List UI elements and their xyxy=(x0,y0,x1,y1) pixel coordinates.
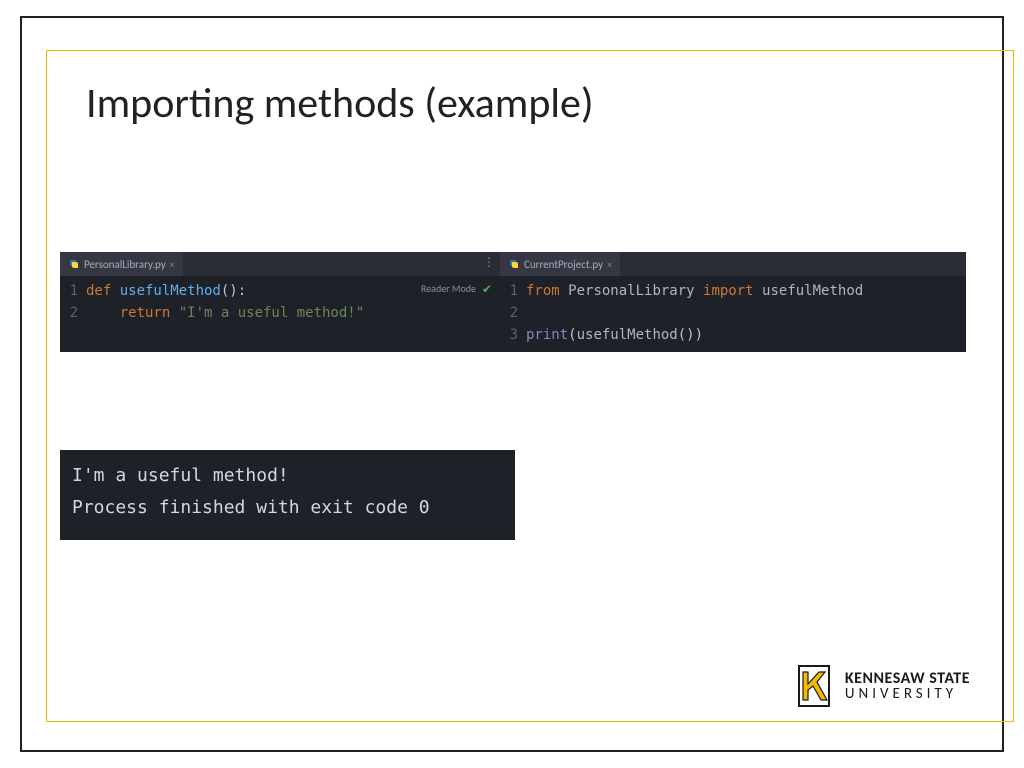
close-icon[interactable]: × xyxy=(607,258,612,271)
python-icon xyxy=(508,258,520,270)
tab-bar-right: CurrentProject.py × xyxy=(500,252,966,276)
check-icon: ✔ xyxy=(482,282,492,297)
line-number: 2 xyxy=(500,302,526,324)
code-text: def usefulMethod(): xyxy=(86,280,246,302)
ksu-logo-mark xyxy=(793,660,835,712)
code-text: from PersonalLibrary import usefulMethod xyxy=(526,280,863,302)
close-icon[interactable]: × xyxy=(170,258,175,271)
code-text: print(usefulMethod()) xyxy=(526,324,703,346)
line-number: 2 xyxy=(60,302,86,324)
code-line: 1 from PersonalLibrary import usefulMeth… xyxy=(500,280,966,302)
code-body-right[interactable]: 1 from PersonalLibrary import usefulMeth… xyxy=(500,276,966,346)
line-number: 1 xyxy=(500,280,526,302)
line-number: 3 xyxy=(500,324,526,346)
file-tab-current-project[interactable]: CurrentProject.py × xyxy=(500,252,620,276)
editor-pane-left: PersonalLibrary.py × ⋮ Reader Mode ✔ 1 d… xyxy=(60,252,500,352)
console-line: I'm a useful method! xyxy=(72,460,503,492)
ksu-name-line2: UNIVERSITY xyxy=(845,687,970,702)
line-number: 1 xyxy=(60,280,86,302)
tab-label: CurrentProject.py xyxy=(524,258,603,271)
file-tab-personal-library[interactable]: PersonalLibrary.py × xyxy=(60,252,183,276)
footer-logo: KENNESAW STATE UNIVERSITY xyxy=(793,660,970,712)
ksu-logo-text: KENNESAW STATE UNIVERSITY xyxy=(845,671,970,702)
tab-bar-left: PersonalLibrary.py × ⋮ xyxy=(60,252,500,276)
editor-pane-right: CurrentProject.py × 1 from PersonalLibra… xyxy=(500,252,966,352)
console-line: Process finished with exit code 0 xyxy=(72,492,503,524)
code-editor-panes: PersonalLibrary.py × ⋮ Reader Mode ✔ 1 d… xyxy=(60,252,966,352)
reader-mode-label: Reader Mode xyxy=(421,282,476,295)
code-text: return "I'm a useful method!" xyxy=(86,302,364,324)
code-line: 2 return "I'm a useful method!" xyxy=(60,302,500,324)
slide-inner-border xyxy=(46,50,1014,722)
python-icon xyxy=(68,258,80,270)
console-output: I'm a useful method! Process finished wi… xyxy=(60,450,515,540)
tab-label: PersonalLibrary.py xyxy=(84,258,166,271)
slide-title: Importing methods (example) xyxy=(86,78,594,129)
code-line: 3 print(usefulMethod()) xyxy=(500,324,966,346)
code-line: 2 xyxy=(500,302,966,324)
more-icon[interactable]: ⋮ xyxy=(483,255,494,270)
